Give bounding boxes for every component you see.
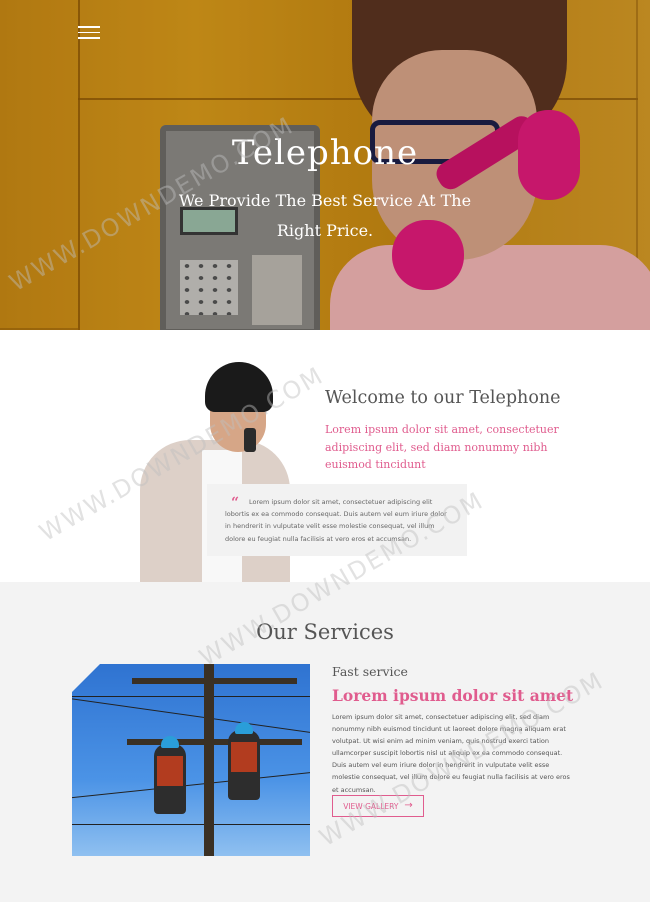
hero-subtitle: We Provide The Best Service At The Right… — [178, 191, 472, 240]
quote-box: “ Lorem ipsum dolor sit amet, consectetu… — [207, 484, 467, 556]
services-section: Our Services Fast service Lorem ipsum do… — [0, 582, 650, 902]
quote-icon: “ — [231, 495, 240, 511]
quote-text: Lorem ipsum dolor sit amet, consectetuer… — [225, 498, 447, 543]
linemen-image — [72, 664, 310, 856]
view-gallery-button[interactable]: VIEW GALLERY → — [332, 795, 424, 817]
welcome-lead: Lorem ipsum dolor sit amet, consectetuer… — [325, 423, 559, 471]
welcome-title: Welcome to our Telephone — [325, 388, 561, 408]
welcome-section: Welcome to our Telephone Lorem ipsum dol… — [0, 330, 650, 582]
hero-section: Telephone We Provide The Best Service At… — [0, 0, 650, 330]
service-kicker: Fast service — [332, 664, 408, 679]
hero-title: Telephone — [231, 133, 419, 173]
view-gallery-label: VIEW GALLERY — [343, 801, 399, 811]
services-title: Our Services — [256, 620, 394, 644]
service-heading: Lorem ipsum dolor sit amet — [332, 686, 574, 705]
hamburger-icon[interactable] — [78, 26, 100, 40]
service-text: Lorem ipsum dolor sit amet, consectetuer… — [332, 713, 570, 794]
arrow-right-icon: → — [404, 800, 413, 811]
